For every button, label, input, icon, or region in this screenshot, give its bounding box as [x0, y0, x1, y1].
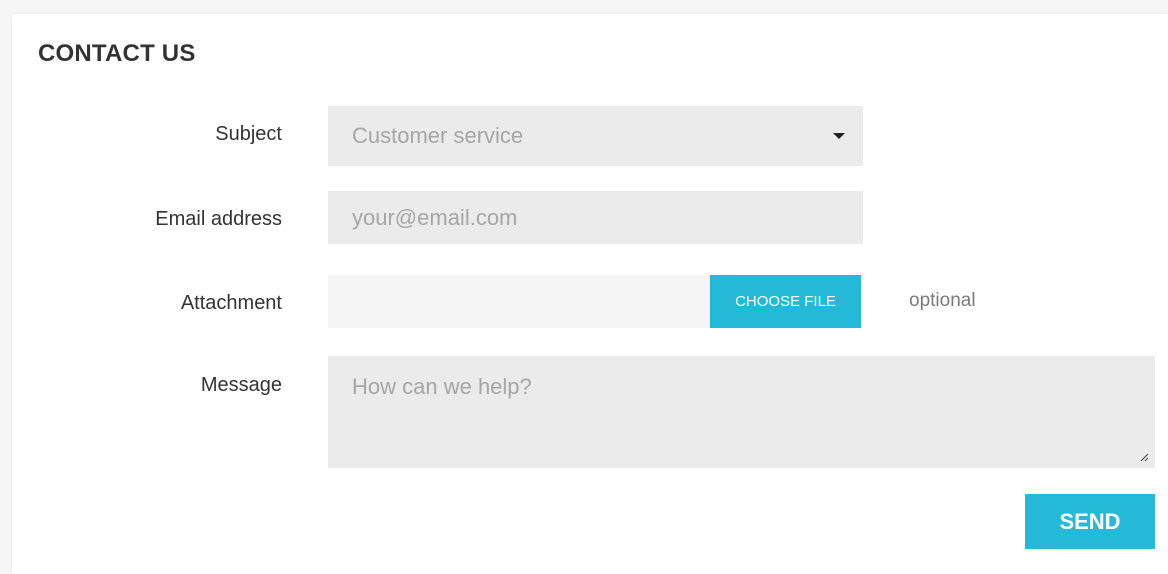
resize-handle-icon[interactable] — [1139, 452, 1149, 462]
contact-form-card: CONTACT US Subject Customer service Emai… — [12, 14, 1168, 574]
attachment-label: Attachment — [180, 292, 282, 314]
message-label: Message — [200, 374, 282, 396]
subject-label: Subject — [215, 123, 282, 145]
email-label: Email address — [155, 208, 282, 230]
message-placeholder: How can we help? — [352, 374, 532, 399]
message-textarea[interactable]: How can we help? — [328, 356, 1155, 468]
page-title: CONTACT US — [38, 40, 196, 67]
send-button[interactable]: SEND — [1025, 494, 1155, 549]
subject-selected-value: Customer service — [352, 123, 524, 148]
subject-select[interactable]: Customer service — [328, 106, 863, 166]
choose-file-button[interactable]: CHOOSE FILE — [710, 275, 861, 328]
email-field[interactable]: your@email.com — [328, 191, 863, 244]
email-placeholder: your@email.com — [352, 205, 518, 230]
caret-down-icon — [833, 133, 845, 139]
attachment-optional-hint: optional — [909, 290, 976, 311]
